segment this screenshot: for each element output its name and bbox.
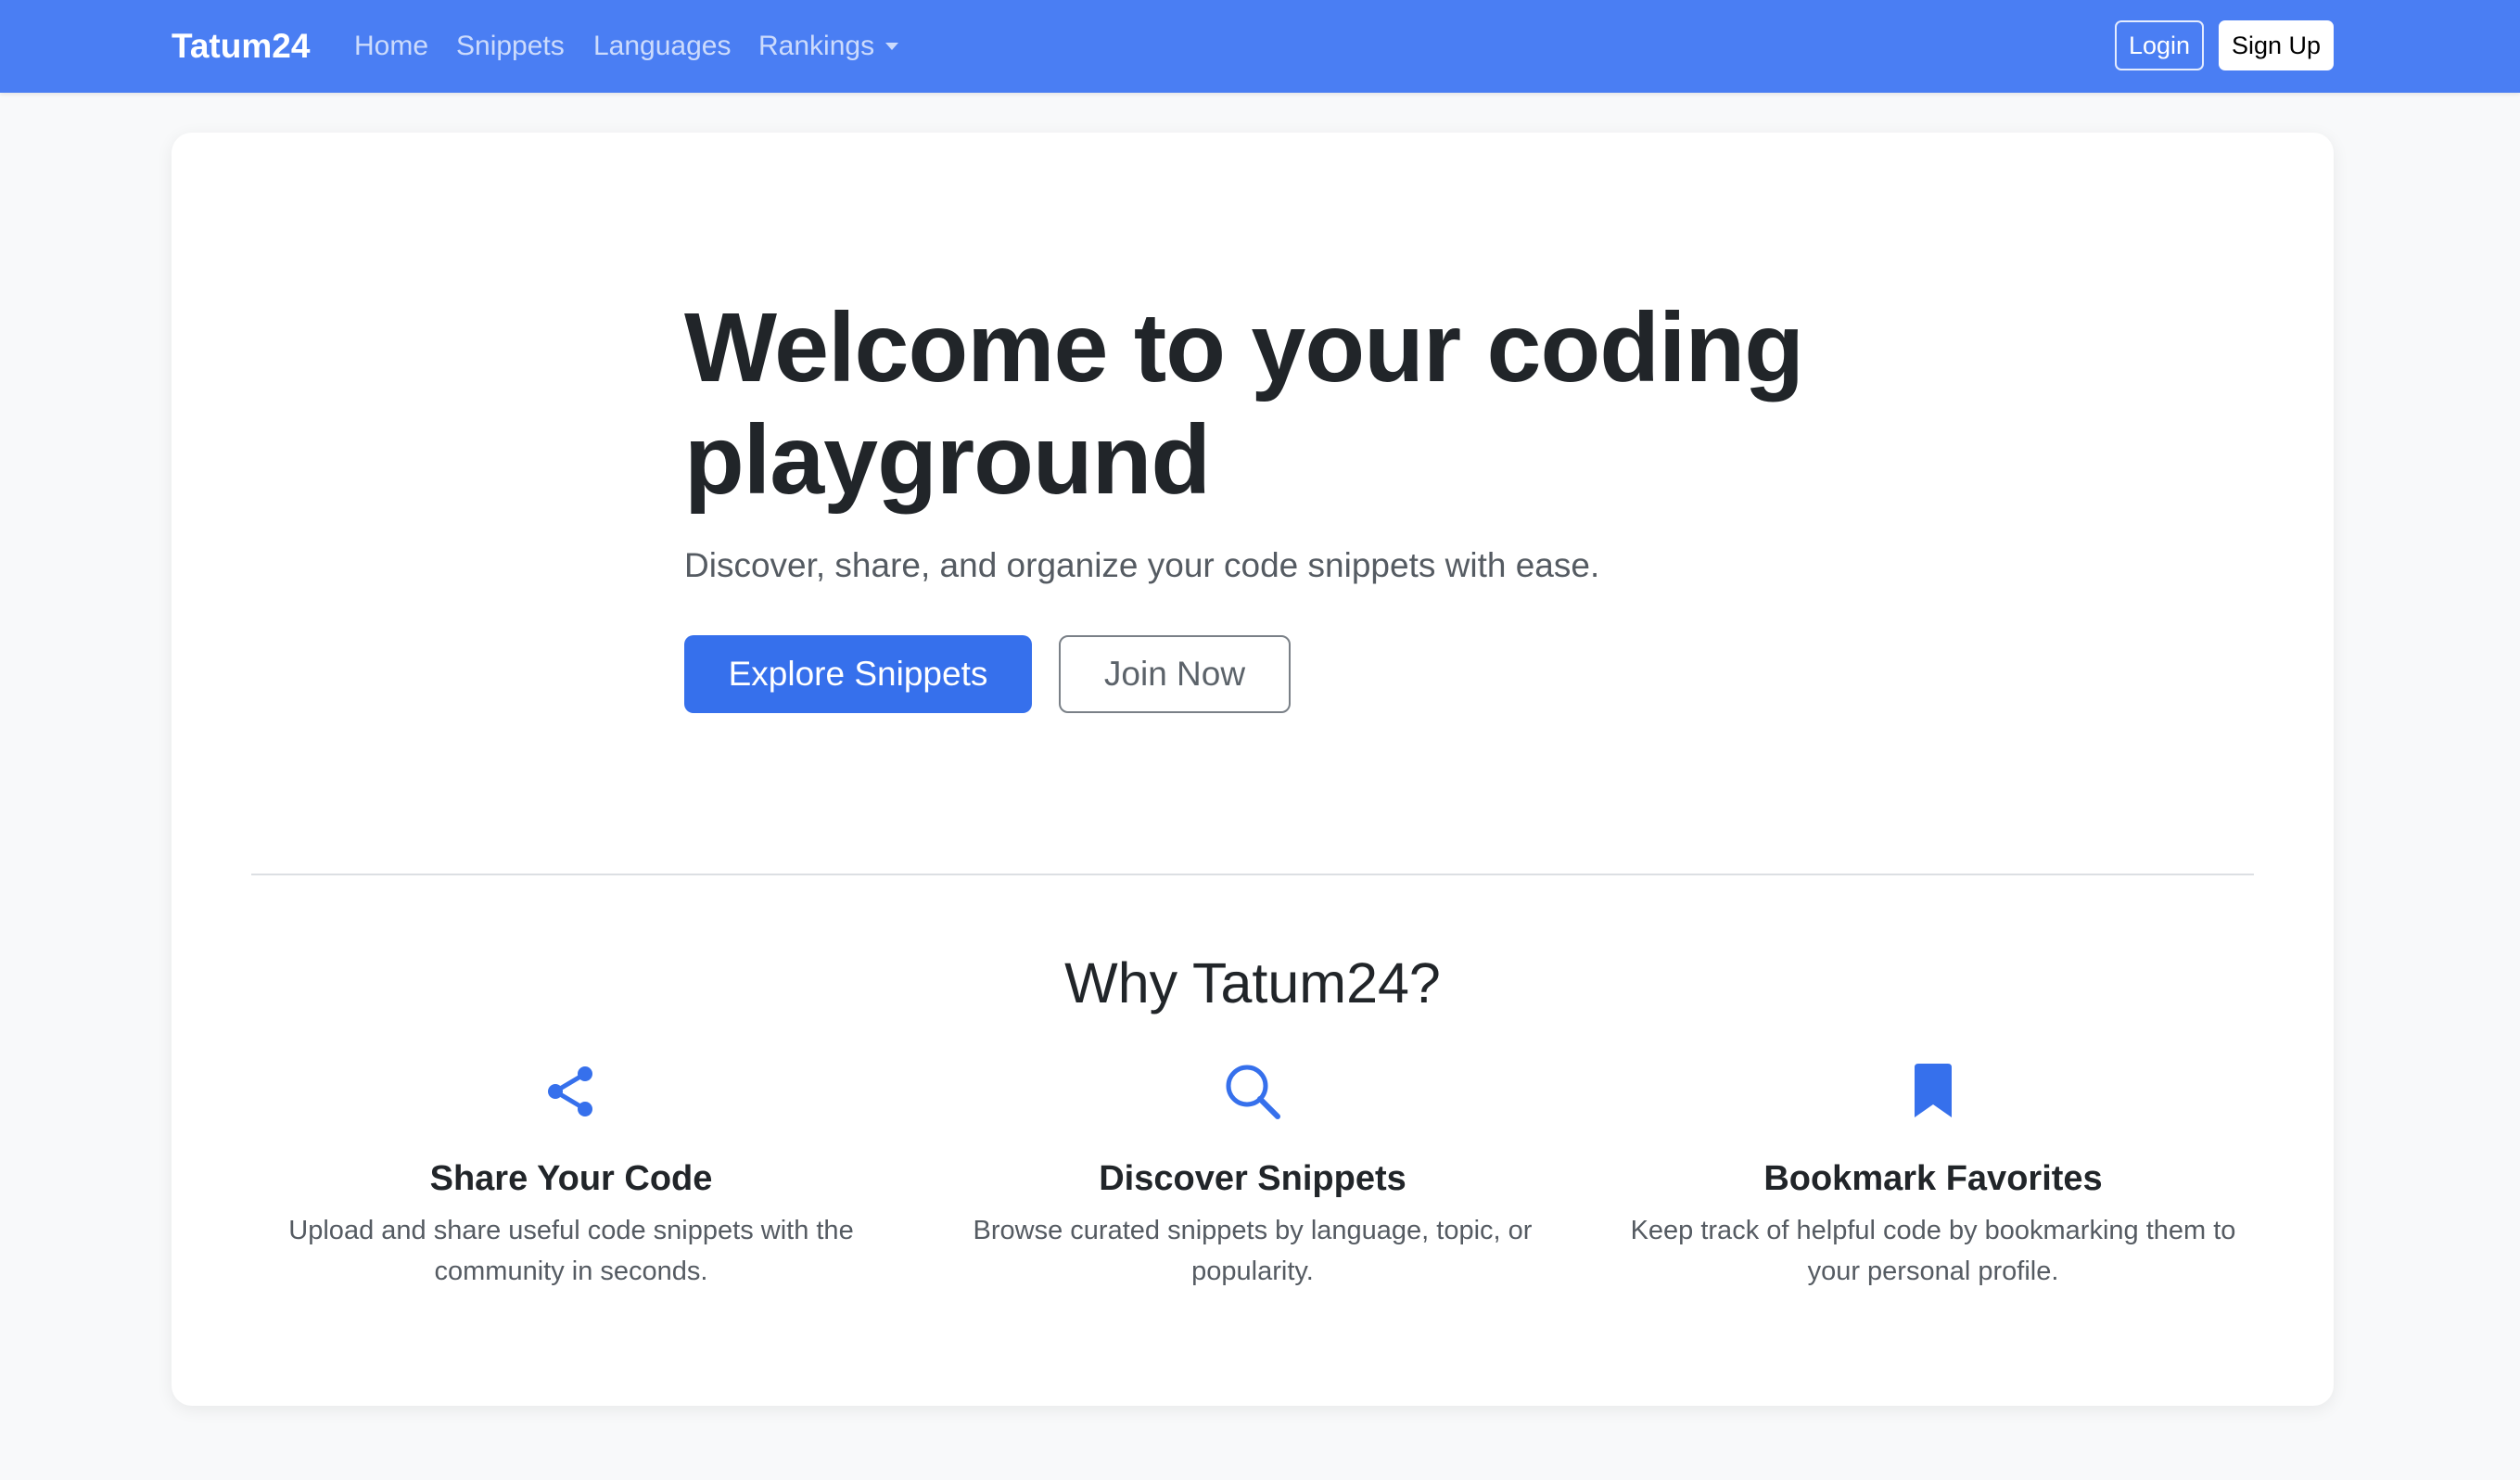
- navbar: Tatum24 Home Snippets Languages Rankings…: [0, 0, 2520, 93]
- nav-languages-link[interactable]: Languages: [593, 22, 731, 70]
- nav-snippets-link[interactable]: Snippets: [456, 22, 565, 70]
- brand-logo[interactable]: Tatum24: [172, 22, 310, 70]
- main-card: Welcome to your coding playground Discov…: [172, 133, 2334, 1406]
- feature-title: Share Your Code: [429, 1159, 713, 1198]
- login-button[interactable]: Login: [2115, 20, 2204, 70]
- feature-description: Browse curated snippets by language, top…: [973, 1216, 1533, 1286]
- feature-title: Discover Snippets: [1099, 1159, 1406, 1198]
- feature-description: Upload and share useful code snippets wi…: [288, 1216, 854, 1286]
- share-icon: [548, 1066, 592, 1116]
- nav-rankings-dropdown[interactable]: Rankings: [758, 22, 899, 70]
- section-divider: [251, 874, 2254, 875]
- explore-snippets-button[interactable]: Explore Snippets: [684, 635, 1032, 713]
- join-now-button[interactable]: Join Now: [1059, 635, 1291, 713]
- feature-share: Share Your Code Upload and share useful …: [247, 1062, 896, 1292]
- signup-button[interactable]: Sign Up: [2219, 20, 2334, 70]
- search-icon: [1226, 1065, 1280, 1119]
- feature-description: Keep track of helpful code by bookmarkin…: [1630, 1216, 2236, 1286]
- feature-title: Bookmark Favorites: [1763, 1159, 2103, 1198]
- nav-home-link[interactable]: Home: [354, 22, 428, 70]
- chevron-down-icon: [885, 43, 899, 50]
- why-section-title: Why Tatum24?: [1064, 951, 1441, 1014]
- nav-rankings-label: Rankings: [758, 31, 875, 61]
- bookmark-icon: [1915, 1064, 1952, 1117]
- hero-subtitle: Discover, share, and organize your code …: [684, 546, 1600, 584]
- feature-discover: Discover Snippets Browse curated snippet…: [928, 1062, 1577, 1292]
- hero-title: Welcome to your coding playground: [684, 293, 1804, 515]
- feature-bookmark: Bookmark Favorites Keep track of helpful…: [1609, 1062, 2258, 1292]
